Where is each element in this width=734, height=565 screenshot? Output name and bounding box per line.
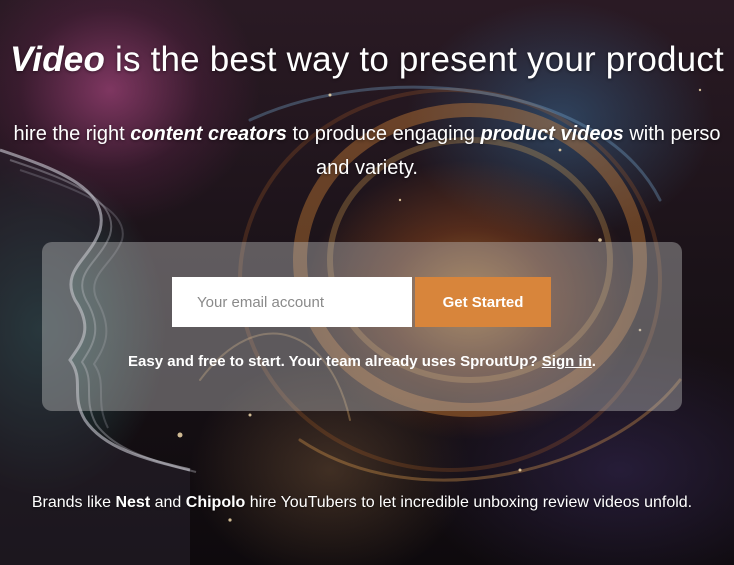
brands-prefix: Brands like: [31, 494, 112, 511]
hero-subtitle: hire the right content creators to produ…: [0, 117, 734, 185]
subtitle-emphasis: content creators: [130, 123, 287, 145]
subtitle-text: to produce engaging: [292, 123, 475, 145]
signin-note-end: .: [591, 353, 596, 370]
hero-title-emphasis: Video: [10, 40, 106, 79]
signin-note-text: Easy and free to start. Your team alread…: [128, 353, 538, 370]
signin-link[interactable]: Sign in: [542, 353, 592, 370]
hero-title: Video is the best way to present your pr…: [0, 40, 734, 80]
brands-tagline: Brands like Nest and Chipolo hire YouTub…: [0, 494, 724, 512]
email-input[interactable]: [172, 277, 412, 327]
brand-nest: Nest: [115, 494, 151, 511]
signin-note: Easy and free to start. Your team alread…: [42, 353, 682, 370]
hero-subtitle-line1: hire the right content creators to produ…: [0, 117, 734, 151]
hero-title-rest: is the best way to present your product: [114, 40, 724, 79]
brand-chipolo: Chipolo: [185, 494, 246, 511]
get-started-button[interactable]: Get Started: [415, 277, 551, 327]
subtitle-emphasis: product videos: [480, 123, 624, 145]
signup-card: Get Started Easy and free to start. Your…: [42, 242, 682, 411]
hero-subtitle-line2: and variety.: [316, 157, 418, 179]
subtitle-text: hire the right: [13, 123, 125, 145]
brands-and: and: [154, 494, 182, 511]
brands-suffix: hire YouTubers to let incredible unboxin…: [249, 494, 693, 511]
subtitle-text: with perso: [629, 123, 721, 145]
